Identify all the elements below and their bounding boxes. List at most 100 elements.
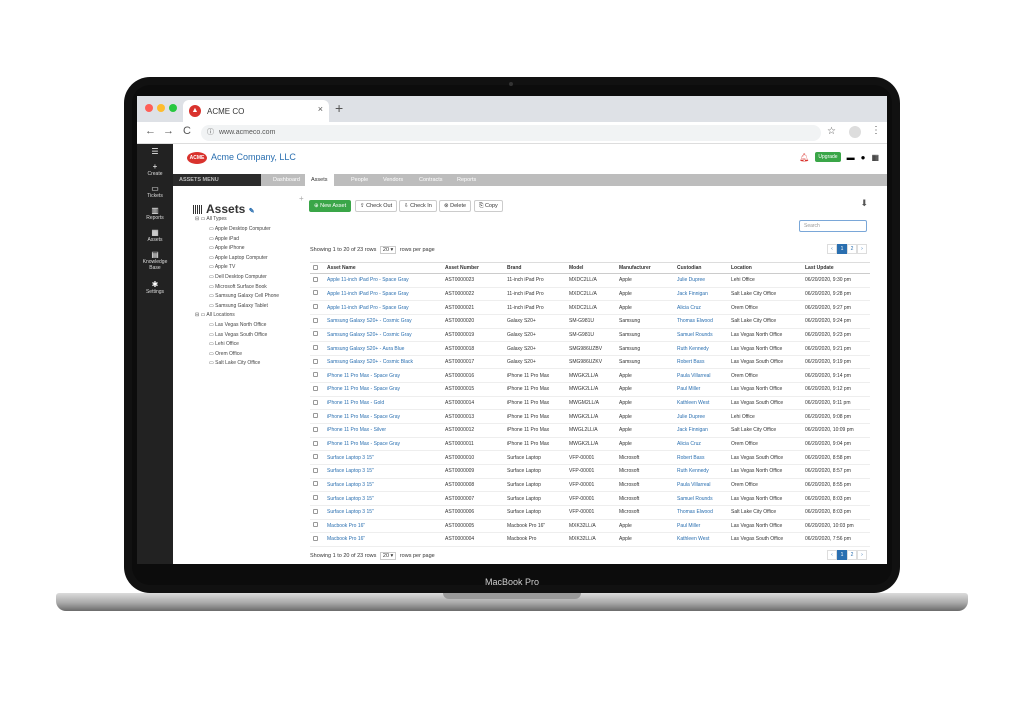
delete-button[interactable]: ⊗ Delete xyxy=(439,200,472,212)
custodian-link[interactable]: Jack Finnigan xyxy=(677,427,708,433)
page-size-select-bottom[interactable]: 20 ▾ xyxy=(379,552,397,560)
check-out-button[interactable]: ⇪ Check Out xyxy=(355,200,398,212)
asset-name-link[interactable]: Surface Laptop 3 15" xyxy=(327,468,374,474)
tree-leaf-type[interactable]: ▭ Microsoft Surface Book xyxy=(209,284,267,290)
tab-assets[interactable]: Assets xyxy=(305,174,334,186)
custodian-link[interactable]: Thomas Elwood xyxy=(677,318,713,324)
nav-menu[interactable]: ☰ xyxy=(137,147,173,156)
column-header[interactable]: Last Update xyxy=(802,262,870,274)
row-checkbox[interactable] xyxy=(313,522,318,528)
tree-leaf-type[interactable]: ▭ Samsung Galaxy Cell Phone xyxy=(209,293,279,299)
upgrade-button[interactable]: Upgrade xyxy=(815,152,841,162)
nav-create[interactable]: + Create xyxy=(137,162,173,177)
company-name[interactable]: Acme Company, LLC xyxy=(211,152,296,162)
page-size-select[interactable]: 20 ▾ xyxy=(379,246,397,254)
table-row[interactable]: Surface Laptop 3 15" AST0000006 Surface La… xyxy=(310,505,870,520)
new-asset-button[interactable]: ⊕ New Asset xyxy=(309,200,352,212)
tree-leaf-location[interactable]: ▭ Orem Office xyxy=(209,351,242,357)
table-row[interactable]: iPhone 11 Pro Max - Space Gray AST0000013… xyxy=(310,409,870,425)
select-all-checkbox[interactable] xyxy=(313,264,318,270)
custodian-link[interactable]: Alicia Cruz xyxy=(677,305,701,311)
row-checkbox[interactable] xyxy=(313,467,318,473)
custodian-link[interactable]: Paul Miller xyxy=(677,386,700,392)
table-row[interactable]: Surface Laptop 3 15" AST0000009 Surface La… xyxy=(310,464,870,479)
custodian-link[interactable]: Kathleen West xyxy=(677,400,709,406)
asset-name-link[interactable]: Apple 11-inch iPad Pro - Space Gray xyxy=(327,291,409,297)
row-checkbox[interactable] xyxy=(313,508,318,514)
table-row[interactable]: iPhone 11 Pro Max - Space Gray AST0000011… xyxy=(310,437,870,452)
row-checkbox[interactable] xyxy=(313,535,318,541)
row-checkbox[interactable] xyxy=(313,345,318,351)
table-row[interactable]: Apple 11-inch iPad Pro - Space Gray AST00… xyxy=(310,287,870,302)
table-row[interactable]: Surface Laptop 3 15" AST0000010 Surface La… xyxy=(310,450,870,465)
row-checkbox[interactable] xyxy=(313,413,318,419)
row-checkbox[interactable] xyxy=(313,372,318,378)
asset-name-link[interactable]: Macbook Pro 16" xyxy=(327,536,365,542)
column-header[interactable]: Asset Number xyxy=(442,262,504,274)
tree-leaf-type[interactable]: ▭ Apple Laptop Computer xyxy=(209,255,268,261)
asset-name-link[interactable]: iPhone 11 Pro Max - Space Gray xyxy=(327,441,400,447)
asset-name-link[interactable]: iPhone 11 Pro Max - Gold xyxy=(327,400,384,406)
tab-reports[interactable]: Reports xyxy=(453,174,480,186)
tree-node-all-types[interactable]: ⊟ ▭ All Types xyxy=(195,216,227,222)
close-tab-icon[interactable]: × xyxy=(318,104,323,114)
tab-contracts[interactable]: Contracts xyxy=(415,174,447,186)
custodian-link[interactable]: Robert Bass xyxy=(677,455,705,461)
reload-button[interactable]: C xyxy=(183,125,191,137)
table-row[interactable]: iPhone 11 Pro Max - Space Gray AST0000016… xyxy=(310,368,870,384)
page-2-button[interactable]: 2 xyxy=(847,550,857,560)
column-header[interactable]: Location xyxy=(728,262,802,274)
custodian-link[interactable]: Ruth Kennedy xyxy=(677,346,709,352)
table-row[interactable]: Samsung Galaxy S20+ - Cosmic Gray AST0000… xyxy=(310,314,870,329)
asset-name-link[interactable]: Samsung Galaxy S20+ - Aura Blue xyxy=(327,346,404,352)
custodian-link[interactable]: Paula Villarreal xyxy=(677,482,711,488)
table-row[interactable]: Apple 11-inch iPad Pro - Space Gray AST00… xyxy=(310,273,870,288)
browser-tab[interactable]: ▲ ACME CO × xyxy=(183,100,329,122)
add-icon[interactable]: + xyxy=(299,194,304,203)
asset-name-link[interactable]: Apple 11-inch iPad Pro - Space Gray xyxy=(327,277,409,283)
tree-leaf-type[interactable]: ▭ Samsung Galaxy Tablet xyxy=(209,303,268,309)
table-row[interactable]: iPhone 11 Pro Max - Gold AST0000014 iPhone… xyxy=(310,396,870,411)
tree-leaf-location[interactable]: ▭ Lehi Office xyxy=(209,341,239,347)
asset-name-link[interactable]: iPhone 11 Pro Max - Space Gray xyxy=(327,373,400,379)
row-checkbox[interactable] xyxy=(313,426,318,432)
minimize-window-dot[interactable] xyxy=(157,104,165,112)
tree-leaf-type[interactable]: ▭ Apple Desktop Computer xyxy=(209,226,271,232)
custodian-link[interactable]: Kathleen West xyxy=(677,536,709,542)
user-avatar[interactable]: ● xyxy=(861,153,866,162)
table-row[interactable]: iPhone 11 Pro Max - Silver AST0000012 iPho… xyxy=(310,423,870,438)
edit-icon[interactable]: ✎ xyxy=(249,208,255,215)
prev-page-button[interactable]: ‹ xyxy=(827,244,837,254)
tree-leaf-location[interactable]: ▭ Salt Lake City Office xyxy=(209,360,260,366)
back-button[interactable]: ← xyxy=(145,125,156,137)
custodian-link[interactable]: Julie Dupree xyxy=(677,277,705,283)
table-row[interactable]: Samsung Galaxy S20+ - Aura Blue AST000001… xyxy=(310,341,870,356)
next-page-button[interactable]: › xyxy=(857,244,867,254)
profile-avatar[interactable] xyxy=(849,126,861,138)
select-all-header[interactable] xyxy=(310,262,324,274)
custodian-link[interactable]: Julie Dupree xyxy=(677,414,705,420)
row-checkbox[interactable] xyxy=(313,440,318,446)
column-header[interactable]: Custodian xyxy=(674,262,728,274)
tree-leaf-type[interactable]: ▭ Apple iPad xyxy=(209,236,239,242)
asset-name-link[interactable]: Samsung Galaxy S20+ - Cosmic Gray xyxy=(327,332,412,338)
tree-leaf-type[interactable]: ▭ Dell Desktop Computer xyxy=(209,274,267,280)
nav-tickets[interactable]: ▭ Tickets xyxy=(137,184,173,199)
column-header[interactable]: Model xyxy=(566,262,616,274)
nav-assets[interactable]: ▦ Assets xyxy=(137,228,173,243)
next-page-button[interactable]: › xyxy=(857,550,867,560)
row-checkbox[interactable] xyxy=(313,358,318,364)
custodian-link[interactable]: Paul Miller xyxy=(677,523,700,529)
column-header[interactable]: Asset Name xyxy=(324,262,442,274)
table-row[interactable]: Surface Laptop 3 15" AST0000007 Surface La… xyxy=(310,491,870,506)
column-header[interactable]: Brand xyxy=(504,262,566,274)
address-bar[interactable]: ⓘ www.acmeco.com xyxy=(201,125,821,141)
tab-dashboard[interactable]: Dashboard xyxy=(269,174,304,186)
custodian-link[interactable]: Thomas Elwood xyxy=(677,509,713,515)
page-2-button[interactable]: 2 xyxy=(847,244,857,254)
table-row[interactable]: Macbook Pro 16" AST0000004 Macbook Pro MXK3… xyxy=(310,532,870,547)
flag-icon[interactable]: ▦ xyxy=(871,153,879,162)
column-header[interactable]: Manufacturer xyxy=(616,262,674,274)
copy-button[interactable]: ⎘ Copy xyxy=(474,200,503,212)
custodian-link[interactable]: Samuel Rounds xyxy=(677,496,713,502)
